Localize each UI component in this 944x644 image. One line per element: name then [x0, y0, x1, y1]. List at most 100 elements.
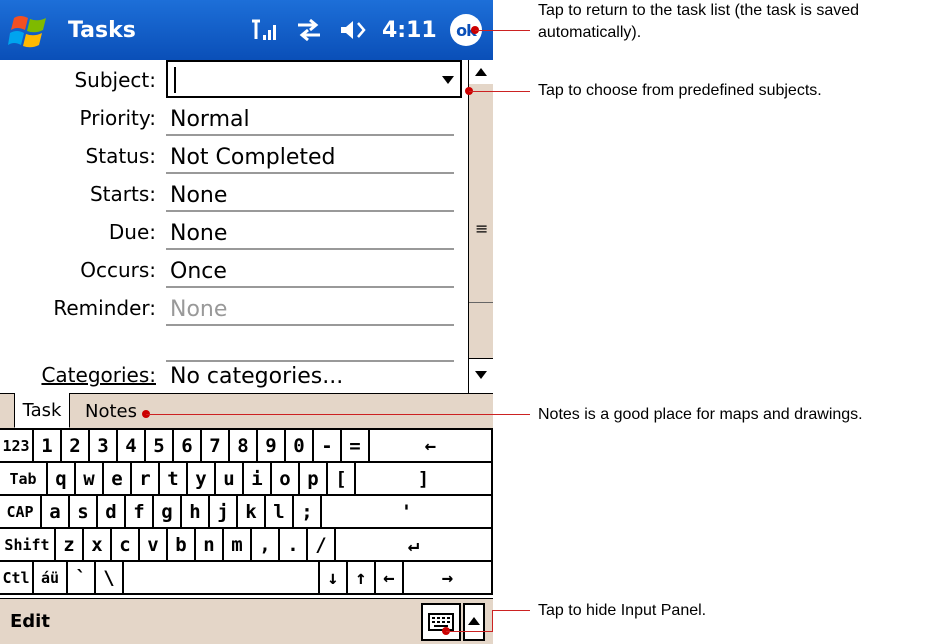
- key-z[interactable]: z: [56, 529, 84, 562]
- key-arrow-up[interactable]: ↑: [348, 562, 376, 595]
- key-123[interactable]: 123: [0, 430, 34, 463]
- starts-value[interactable]: None: [170, 183, 227, 208]
- key-d[interactable]: d: [98, 496, 126, 529]
- occurs-value[interactable]: Once: [170, 259, 227, 284]
- key-u[interactable]: u: [216, 463, 244, 496]
- priority-label: Priority:: [79, 106, 156, 130]
- key-quote[interactable]: ': [322, 496, 493, 529]
- key-comma[interactable]: ,: [252, 529, 280, 562]
- key-q[interactable]: q: [48, 463, 76, 496]
- key-arrow-down[interactable]: ↓: [320, 562, 348, 595]
- key-h[interactable]: h: [182, 496, 210, 529]
- scroll-down-arrow-icon[interactable]: [469, 358, 493, 393]
- key-f[interactable]: f: [126, 496, 154, 529]
- key-6[interactable]: 6: [174, 430, 202, 463]
- key-caps[interactable]: CAP: [0, 496, 42, 529]
- edit-menu[interactable]: Edit: [10, 611, 50, 632]
- key-bracket-left[interactable]: [: [328, 463, 356, 496]
- keyboard-row-2: Tab q w e r t y u i o p [ ]: [0, 463, 493, 496]
- key-r[interactable]: r: [132, 463, 160, 496]
- key-p[interactable]: p: [300, 463, 328, 496]
- callout-line: [469, 91, 530, 92]
- priority-value[interactable]: Normal: [170, 107, 250, 132]
- dropdown-arrow-icon[interactable]: [442, 76, 454, 84]
- reminder-value[interactable]: None: [170, 297, 227, 322]
- key-slash[interactable]: /: [308, 529, 336, 562]
- key-8[interactable]: 8: [230, 430, 258, 463]
- categories-value[interactable]: No categories...: [170, 364, 343, 389]
- key-semicolon[interactable]: ;: [294, 496, 322, 529]
- key-5[interactable]: 5: [146, 430, 174, 463]
- priority-row[interactable]: Priority: Normal: [0, 98, 462, 136]
- categories-row[interactable]: Categories: No categories...: [0, 355, 462, 393]
- due-label: Due:: [108, 220, 156, 244]
- key-w[interactable]: w: [76, 463, 104, 496]
- key-international[interactable]: áü: [34, 562, 68, 595]
- due-value[interactable]: None: [170, 221, 227, 246]
- connectivity-icon[interactable]: [294, 17, 324, 43]
- key-7[interactable]: 7: [202, 430, 230, 463]
- key-backtick[interactable]: `: [68, 562, 96, 595]
- key-b[interactable]: b: [168, 529, 196, 562]
- reminder-row[interactable]: Reminder: None: [0, 288, 462, 326]
- key-e[interactable]: e: [104, 463, 132, 496]
- signal-strength-icon[interactable]: [250, 17, 280, 43]
- key-arrow-left[interactable]: ←: [376, 562, 404, 595]
- key-3[interactable]: 3: [90, 430, 118, 463]
- key-0[interactable]: 0: [286, 430, 314, 463]
- key-equals[interactable]: =: [342, 430, 370, 463]
- key-ctrl[interactable]: Ctl: [0, 562, 34, 595]
- scroll-up-arrow-icon[interactable]: [469, 60, 493, 85]
- key-enter[interactable]: ↵: [336, 529, 493, 562]
- subject-combobox[interactable]: [166, 60, 462, 98]
- scroll-thumb[interactable]: ≡: [469, 84, 493, 303]
- starts-row[interactable]: Starts: None: [0, 174, 462, 212]
- key-g[interactable]: g: [154, 496, 182, 529]
- categories-label: Categories:: [41, 363, 156, 387]
- key-space[interactable]: [124, 562, 320, 595]
- form-scrollbar[interactable]: ≡: [468, 60, 493, 393]
- tab-notes[interactable]: Notes: [72, 394, 150, 428]
- key-j[interactable]: j: [210, 496, 238, 529]
- key-l[interactable]: l: [266, 496, 294, 529]
- status-label: Status:: [85, 144, 156, 168]
- clock-time[interactable]: 4:11: [382, 18, 437, 43]
- keyboard-row-5: Ctl áü ` \ ↓ ↑ ← →: [0, 562, 493, 595]
- key-n[interactable]: n: [196, 529, 224, 562]
- occurs-row[interactable]: Occurs: Once: [0, 250, 462, 288]
- key-backslash[interactable]: \: [96, 562, 124, 595]
- key-backspace[interactable]: ←: [370, 430, 493, 463]
- key-m[interactable]: m: [224, 529, 252, 562]
- key-4[interactable]: 4: [118, 430, 146, 463]
- status-row[interactable]: Status: Not Completed: [0, 136, 462, 174]
- key-a[interactable]: a: [42, 496, 70, 529]
- key-1[interactable]: 1: [34, 430, 62, 463]
- key-9[interactable]: 9: [258, 430, 286, 463]
- title-bar: Tasks 4:11 ok: [0, 0, 493, 60]
- volume-icon[interactable]: [338, 17, 368, 43]
- key-v[interactable]: v: [140, 529, 168, 562]
- tab-task[interactable]: Task: [14, 393, 70, 428]
- status-value[interactable]: Not Completed: [170, 145, 336, 170]
- key-arrow-right[interactable]: →: [404, 562, 493, 595]
- due-row[interactable]: Due: None: [0, 212, 462, 250]
- key-o[interactable]: o: [272, 463, 300, 496]
- key-c[interactable]: c: [112, 529, 140, 562]
- key-x[interactable]: x: [84, 529, 112, 562]
- key-y[interactable]: y: [188, 463, 216, 496]
- key-period[interactable]: .: [280, 529, 308, 562]
- key-shift[interactable]: Shift: [0, 529, 56, 562]
- key-k[interactable]: k: [238, 496, 266, 529]
- callout-line: [146, 414, 530, 415]
- key-tab[interactable]: Tab: [0, 463, 48, 496]
- key-s[interactable]: s: [70, 496, 98, 529]
- windows-start-logo[interactable]: [8, 12, 52, 52]
- input-method-arrow-icon[interactable]: [463, 603, 485, 641]
- key-t[interactable]: t: [160, 463, 188, 496]
- key-minus[interactable]: -: [314, 430, 342, 463]
- status-area: 4:11: [250, 16, 437, 44]
- key-i[interactable]: i: [244, 463, 272, 496]
- input-panel-button[interactable]: [421, 603, 461, 641]
- key-2[interactable]: 2: [62, 430, 90, 463]
- key-bracket-right[interactable]: ]: [356, 463, 493, 496]
